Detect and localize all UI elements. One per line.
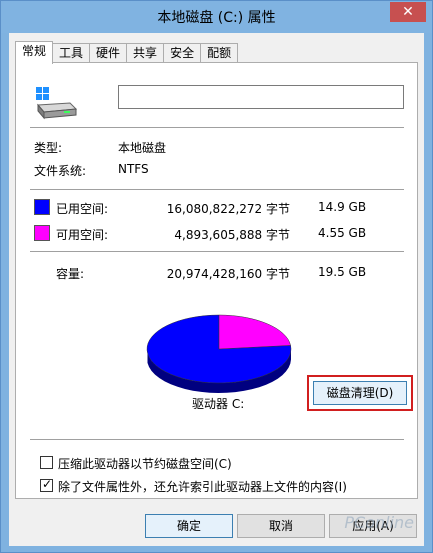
free-space-size: 4.55 GB [318,226,367,240]
divider-middle [30,189,404,190]
filesystem-value: NTFS [118,162,149,176]
drive-icon [36,87,78,120]
free-space-swatch [34,225,50,241]
pie-slice-1 [218,314,291,350]
properties-window: 本地磁盘 (C:) 属性 ✕ 常规 工具 硬件 共享 安全 配额 类型: 本地磁… [0,0,433,553]
tab-security[interactable]: 安全 [163,43,202,63]
close-icon: ✕ [402,4,414,20]
tab-general[interactable]: 常规 [15,41,54,64]
filesystem-label: 文件系统: [34,164,87,178]
used-space-size: 14.9 GB [318,200,367,214]
capacity-size: 19.5 GB [318,265,367,279]
cancel-button[interactable]: 取消 [237,514,325,538]
index-checkbox[interactable]: ✓ [40,477,53,492]
used-space-swatch [34,199,50,215]
divider-capacity [30,251,404,252]
free-space-label: 可用空间: [56,228,109,242]
tab-sharing[interactable]: 共享 [126,43,165,63]
capacity-bytes: 20,974,428,160 字节 [166,267,290,281]
tab-tools[interactable]: 工具 [52,43,91,63]
title-bar[interactable]: 本地磁盘 (C:) 属性 ✕ [1,1,432,33]
window-title: 本地磁盘 (C:) 属性 [157,10,276,26]
free-space-bytes: 4,893,605,888 字节 [174,228,290,242]
index-checkbox-label[interactable]: 除了文件属性外，还允许索引此驱动器上文件的内容(I) [58,478,347,495]
divider-bottom [30,439,404,440]
drive-letter-label: 驱动器 C: [192,397,245,411]
watermark-text: PConline [344,513,414,532]
capacity-label: 容量: [56,267,85,281]
type-label: 类型: [34,141,63,155]
disk-cleanup-button[interactable]: 磁盘清理(D) [313,381,407,405]
divider-top [30,127,404,128]
compress-checkbox[interactable] [40,456,53,469]
drive-name-input[interactable] [118,85,404,109]
close-button[interactable]: ✕ [390,2,426,22]
general-panel: 类型: 本地磁盘 文件系统: NTFS 已用空间: 16,080,822,272… [15,62,418,499]
checkmark-icon: ✓ [42,477,53,491]
type-value: 本地磁盘 [118,141,167,155]
compress-checkbox-label[interactable]: 压缩此驱动器以节约磁盘空间(C) [58,455,232,472]
cleanup-highlight: 磁盘清理(D) [307,375,413,411]
disk-usage-pie-chart [146,314,292,393]
ok-button[interactable]: 确定 [145,514,233,538]
used-space-label: 已用空间: [56,202,109,216]
tab-quota[interactable]: 配额 [200,43,239,63]
dialog-client: 常规 工具 硬件 共享 安全 配额 类型: 本地磁盘 文件系统: NTFS 已用… [9,33,424,546]
tab-hardware[interactable]: 硬件 [89,43,128,63]
used-space-bytes: 16,080,822,272 字节 [166,202,290,216]
tab-strip: 常规 工具 硬件 共享 安全 配额 [15,41,239,64]
